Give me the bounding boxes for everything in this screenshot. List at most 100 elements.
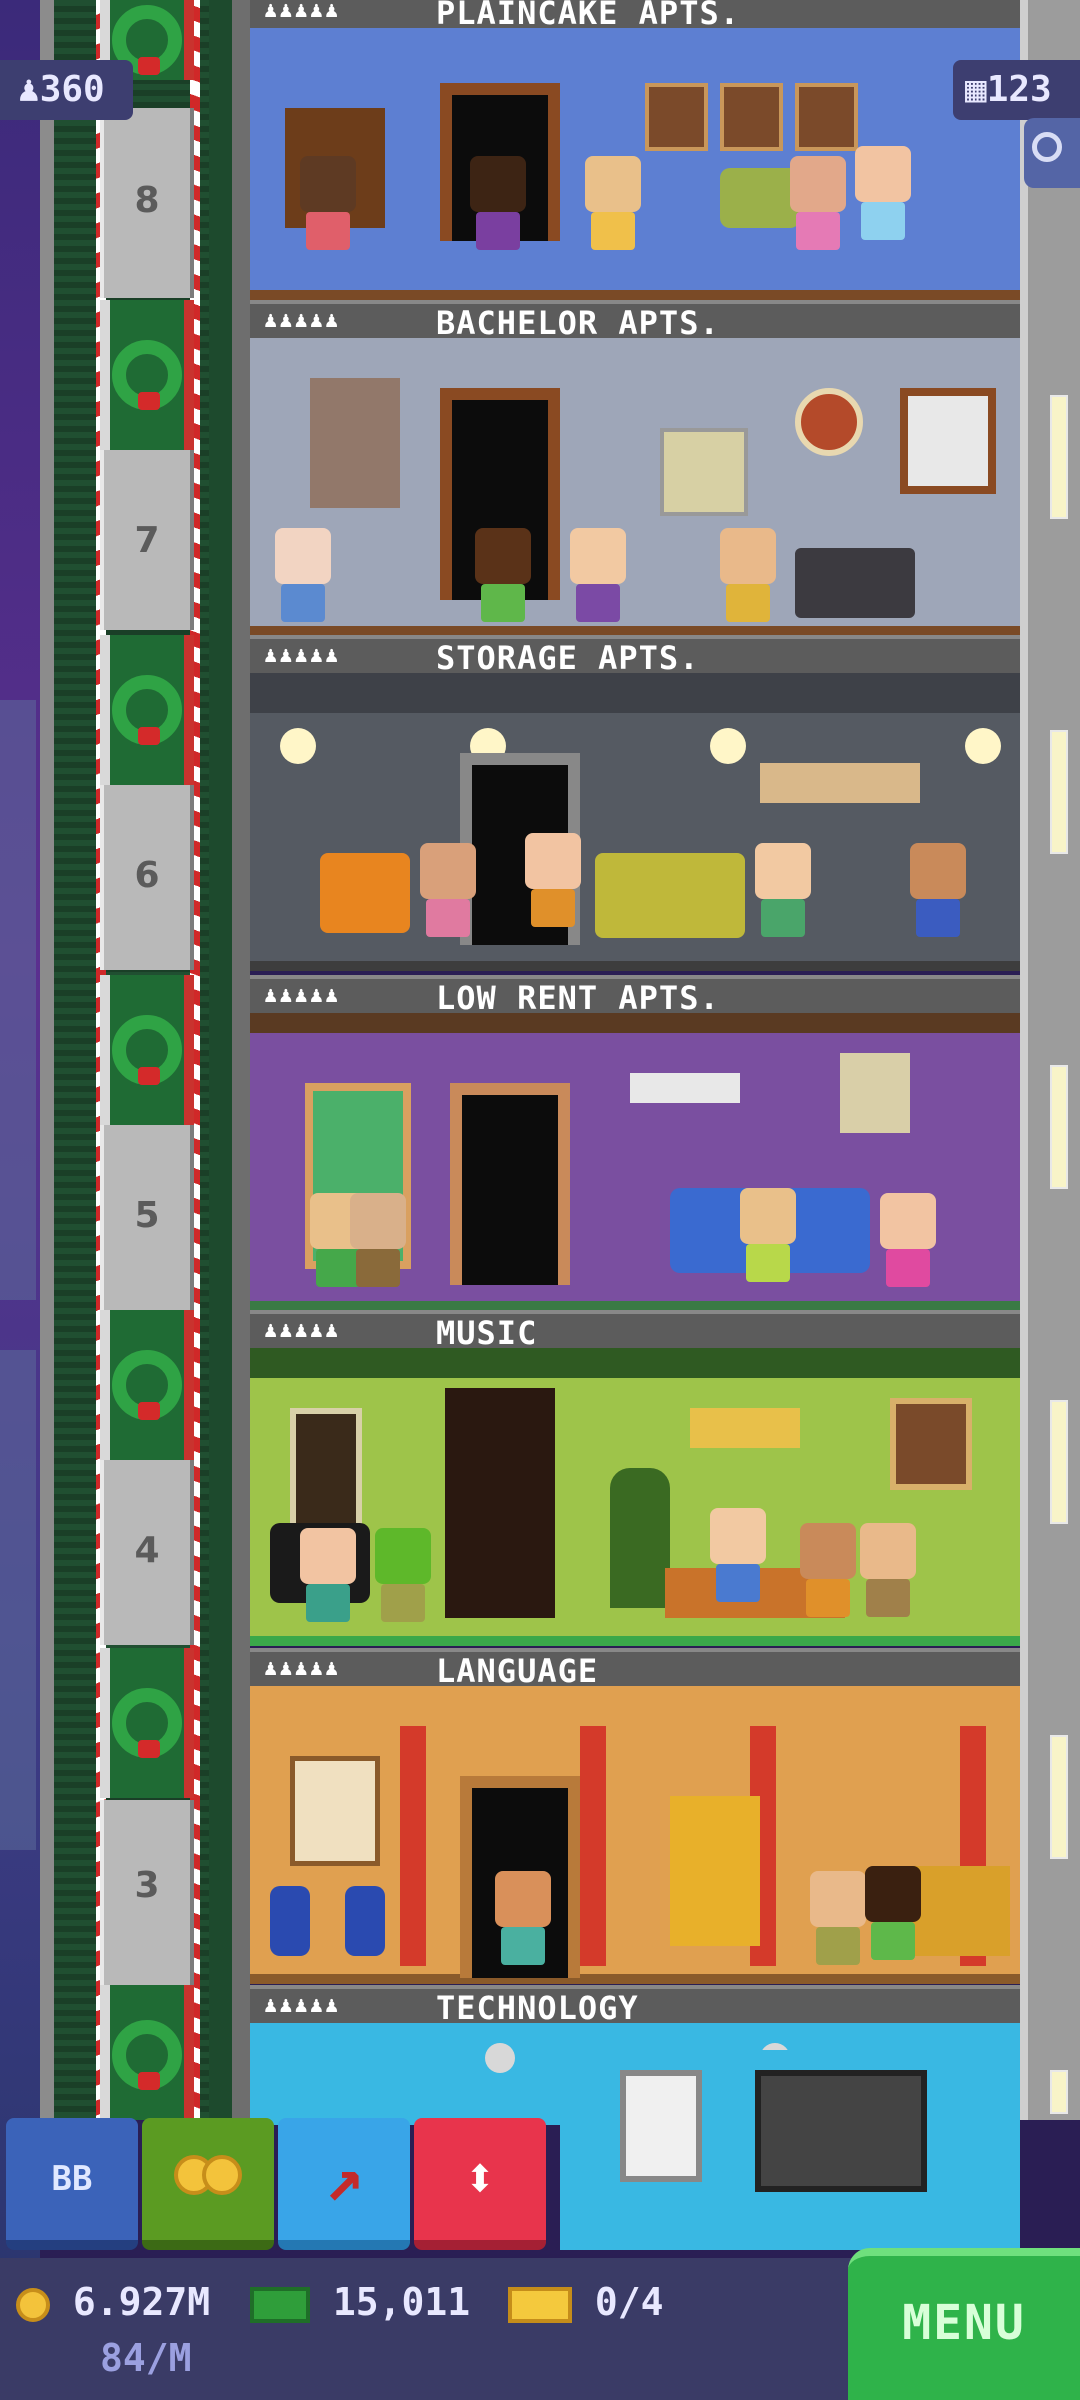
wall-light xyxy=(1050,1065,1068,1189)
resident[interactable] xyxy=(350,1193,406,1287)
floor-name: STORAGE APTS. xyxy=(436,639,700,677)
build-floor-button[interactable]: ↗ xyxy=(278,2118,410,2250)
floor-storage-apts[interactable]: ♟♟♟♟♟ STORAGE APTS. xyxy=(250,635,1020,971)
room-music[interactable] xyxy=(250,1348,1020,1646)
magnifier-icon xyxy=(1032,132,1062,162)
floor-language[interactable]: ♟♟♟♟♟ LANGUAGE xyxy=(250,1648,1020,1984)
scroll-art xyxy=(290,1756,380,1866)
resident[interactable] xyxy=(475,528,531,622)
resident[interactable] xyxy=(375,1528,431,1622)
room-storage[interactable] xyxy=(250,673,1020,971)
yellow-couch xyxy=(595,853,745,938)
wreath-icon xyxy=(112,1015,182,1085)
floor-label-bar: ♟♟♟♟♟ STORAGE APTS. xyxy=(250,635,1020,677)
resident[interactable] xyxy=(860,1523,916,1617)
ceiling-pipes xyxy=(250,673,1020,713)
resident[interactable] xyxy=(585,156,641,250)
floor-plaincake-apts[interactable]: ♟♟♟♟♟ PLAINCAKE APTS. xyxy=(250,0,1020,300)
coin-rate: 84/M xyxy=(100,2336,192,2380)
golden-throne xyxy=(670,1796,760,1946)
floor-counter[interactable]: ▦123 xyxy=(953,60,1080,120)
bitbook-label: BB xyxy=(51,2159,93,2199)
resident[interactable] xyxy=(800,1523,856,1617)
floor-label-bar: ♟♟♟♟♟ PLAINCAKE APTS. xyxy=(250,0,1020,32)
wall-light xyxy=(1050,2070,1068,2114)
ceiling-light xyxy=(710,728,746,764)
up-down-arrows-icon: ⬍ xyxy=(463,2146,497,2211)
menu-button[interactable]: MENU xyxy=(848,2248,1080,2400)
building-icon: ▦ xyxy=(965,69,987,110)
floor-low-rent-apts[interactable]: ♟♟♟♟♟ LOW RENT APTS. xyxy=(250,975,1020,1311)
resident[interactable] xyxy=(275,528,331,622)
floor-name: MUSIC xyxy=(436,1314,538,1352)
red-pillar xyxy=(580,1726,606,1966)
wreath-icon xyxy=(112,2020,182,2090)
dead-plant xyxy=(310,378,400,508)
ticket-icon xyxy=(508,2286,572,2323)
couch xyxy=(795,548,915,618)
resident[interactable] xyxy=(790,156,846,250)
resident[interactable] xyxy=(495,1871,551,1965)
population-counter[interactable]: ♟360 xyxy=(0,60,133,120)
resident[interactable] xyxy=(710,1508,766,1602)
resident[interactable] xyxy=(420,843,476,937)
orange-chair xyxy=(320,853,410,933)
fluorescent-light xyxy=(630,1073,740,1103)
picture-frame xyxy=(720,83,783,151)
room-language[interactable] xyxy=(250,1686,1020,1984)
ticket-counter: 0/4 xyxy=(508,2280,664,2324)
residents-icon: ♟♟♟♟♟ xyxy=(264,1993,341,2018)
resident[interactable] xyxy=(910,843,966,937)
golden-hut xyxy=(910,1866,1010,1956)
floor-label-bar: ♟♟♟♟♟ LANGUAGE xyxy=(250,1648,1020,1690)
resident[interactable] xyxy=(470,156,526,250)
elevator-button[interactable]: ⬍ xyxy=(414,2118,546,2250)
coin-balance: 6.927M xyxy=(16,2280,210,2324)
resident[interactable] xyxy=(810,1871,866,1965)
potted-plant xyxy=(610,1468,670,1608)
residents-icon: ♟♟♟♟♟ xyxy=(264,1318,341,1343)
floor-count-value: 123 xyxy=(986,69,1052,110)
resident[interactable] xyxy=(755,843,811,937)
floor-number-label: 4 xyxy=(134,1530,160,1571)
floor-name: LOW RENT APTS. xyxy=(436,979,720,1017)
floor-number-label: 6 xyxy=(134,855,160,896)
resident[interactable] xyxy=(300,1528,356,1622)
resident[interactable] xyxy=(570,528,626,622)
picture-frame xyxy=(890,1398,972,1490)
collect-coins-button[interactable] xyxy=(142,2118,274,2250)
resident[interactable] xyxy=(525,833,581,927)
floor-label-bar: ♟♟♟♟♟ TECHNOLOGY xyxy=(250,1985,1020,2027)
floor-bachelor-apts[interactable]: ♟♟♟♟♟ BACHELOR APTS. xyxy=(250,300,1020,636)
floor-music[interactable]: ♟♟♟♟♟ MUSIC xyxy=(250,1310,1020,1646)
chandelier xyxy=(690,1408,800,1448)
computer xyxy=(660,428,748,516)
room-bachelor[interactable] xyxy=(250,338,1020,636)
resident[interactable] xyxy=(865,1866,921,1960)
search-button[interactable] xyxy=(1024,118,1080,188)
wall-light xyxy=(1050,395,1068,519)
toolbar: BB ↗ ⬍ xyxy=(0,2118,1080,2258)
resident[interactable] xyxy=(300,156,356,250)
resident[interactable] xyxy=(720,528,776,622)
ticket-value: 0/4 xyxy=(594,2280,664,2324)
picture-frame xyxy=(645,83,708,151)
coin-balance-value: 6.927M xyxy=(72,2280,211,2324)
window xyxy=(290,1408,362,1540)
room-plaincake[interactable] xyxy=(250,28,1020,300)
coin-icon xyxy=(16,2287,50,2322)
resident[interactable] xyxy=(855,146,911,240)
resident[interactable] xyxy=(880,1193,936,1287)
resident[interactable] xyxy=(740,1188,796,1282)
floor-number-label: 5 xyxy=(134,1195,160,1236)
residents-icon: ♟♟♟♟♟ xyxy=(264,983,341,1008)
residents-icon: ♟♟♟♟♟ xyxy=(264,0,341,23)
bitbook-button[interactable]: BB xyxy=(6,2118,138,2250)
vase xyxy=(270,1886,310,1956)
room-low-rent[interactable] xyxy=(250,1013,1020,1311)
floor-label-bar: ♟♟♟♟♟ LOW RENT APTS. xyxy=(250,975,1020,1017)
wall-light xyxy=(1050,1400,1068,1524)
arrow-up-right-icon: ↗ xyxy=(324,2142,364,2216)
floor-number-label: 8 xyxy=(134,180,160,221)
person-icon: ♟ xyxy=(18,69,40,110)
